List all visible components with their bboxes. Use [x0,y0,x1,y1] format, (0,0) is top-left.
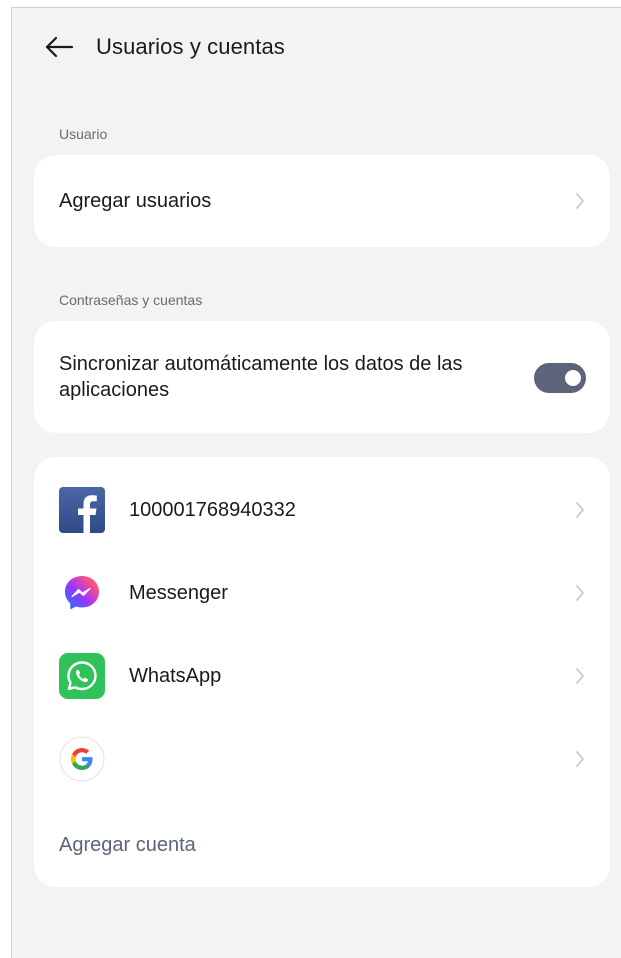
app-bar: Usuarios y cuentas [12,8,621,86]
chevron-right-icon [575,584,585,602]
add-users-row[interactable]: Agregar usuarios [34,155,610,247]
chevron-right-icon [575,501,585,519]
page-title: Usuarios y cuentas [96,34,285,59]
account-row-whatsapp[interactable]: WhatsApp [34,636,610,716]
sync-toggle[interactable] [534,363,586,393]
chevron-right-icon [575,192,585,210]
back-arrow-icon [45,36,74,58]
sync-row[interactable]: Sincronizar automáticamente los datos de… [34,321,610,433]
section-label-user: Usuario [59,126,108,142]
toggle-knob [565,370,581,386]
user-card: Agregar usuarios [34,155,610,247]
sync-card: Sincronizar automáticamente los datos de… [34,321,610,433]
chevron-right-icon [575,750,585,768]
account-label: 100001768940332 [129,499,296,521]
add-users-label: Agregar usuarios [59,190,212,212]
add-account-link[interactable]: Agregar cuenta [59,832,196,858]
account-label: WhatsApp [129,665,222,687]
account-row-facebook[interactable]: 100001768940332 [34,470,610,550]
facebook-icon [59,487,105,533]
back-button[interactable] [38,32,78,62]
settings-screen: Usuarios y cuentas Usuario Agregar usuar… [11,7,621,958]
messenger-icon [59,570,105,616]
whatsapp-icon [59,653,105,699]
account-row-messenger[interactable]: Messenger [34,553,610,633]
google-icon [59,736,105,782]
account-row-google[interactable] [34,719,610,799]
section-label-passwords: Contraseñas y cuentas [59,292,203,308]
accounts-card: 100001768940332 Messenger WhatsApp Agreg… [34,457,610,887]
sync-label: Sincronizar automáticamente los datos de… [59,353,463,401]
chevron-right-icon [575,667,585,685]
account-label: Messenger [129,582,228,604]
